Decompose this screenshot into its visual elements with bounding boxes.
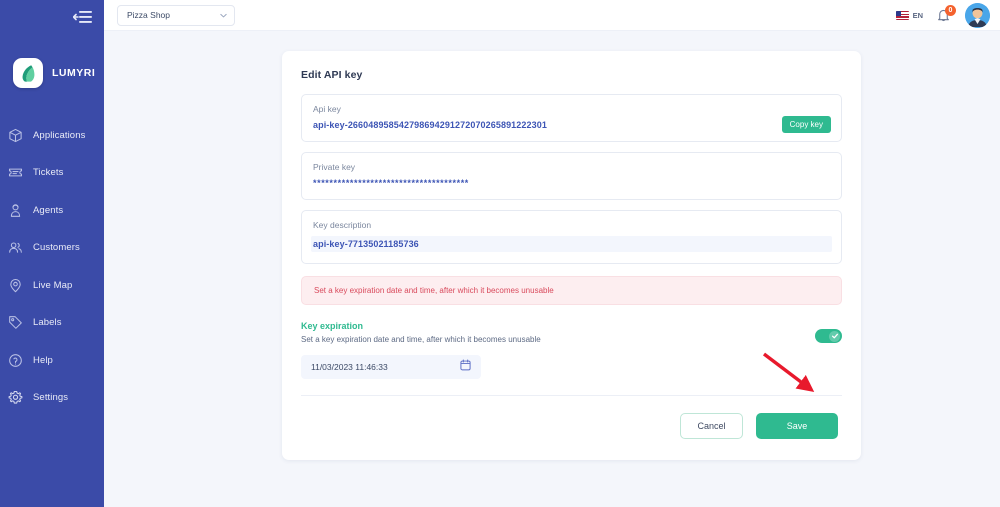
lumyri-leaf-logo-icon — [13, 58, 43, 88]
us-flag-icon — [895, 11, 909, 20]
content-area: Edit API key Api key api-key-26604895854… — [104, 31, 1000, 507]
sidebar-item-tickets[interactable]: Tickets — [0, 162, 104, 184]
sidebar-item-label: Labels — [33, 317, 62, 328]
app-root: LUMYRI Applications Tickets Agents Custo… — [0, 0, 1000, 507]
sidebar-item-label: Agents — [33, 204, 64, 216]
people-icon — [7, 239, 24, 256]
expiration-alert: Set a key expiration date and time, afte… — [301, 276, 842, 305]
save-button[interactable]: Save — [756, 413, 838, 439]
expiration-date-input[interactable]: 11/03/2023 11:46:33 — [301, 355, 481, 379]
sidebar-item-label: Live Map — [33, 279, 73, 291]
expiration-alert-text: Set a key expiration date and time, afte… — [314, 286, 554, 295]
key-description-field: Key description api-key-77135021185736 — [301, 210, 842, 264]
key-expiration-subtitle: Set a key expiration date and time, afte… — [301, 335, 541, 344]
tag-icon — [7, 314, 24, 331]
sidebar-item-live-map[interactable]: Live Map — [0, 274, 104, 296]
divider — [301, 395, 842, 396]
shop-selector-value: Pizza Shop — [127, 10, 170, 20]
language-selector[interactable]: EN — [895, 11, 923, 20]
copy-key-button[interactable]: Copy key — [781, 116, 831, 133]
notification-count-badge: 0 — [945, 4, 956, 16]
private-key-field: Private key ****************************… — [301, 152, 842, 200]
box-icon — [7, 127, 24, 144]
collapse-sidebar-icon[interactable] — [70, 6, 96, 28]
api-key-field: Api key api-key-266048958542798694291272… — [301, 94, 842, 142]
private-key-label: Private key — [313, 162, 356, 172]
ticket-icon — [7, 164, 24, 181]
private-key-value: ************************************** — [313, 178, 469, 188]
key-expiration-title: Key expiration — [301, 321, 364, 331]
brand-name: LUMYRI — [52, 67, 96, 79]
shop-selector[interactable]: Pizza Shop — [117, 4, 235, 26]
sidebar-item-customers[interactable]: Customers — [0, 237, 104, 259]
main-area: Pizza Shop EN 0 Edit API key Api key api… — [104, 0, 1000, 507]
agent-headset-icon — [7, 202, 24, 219]
sidebar-item-label: Customers — [33, 242, 80, 253]
sidebar-item-settings[interactable]: Settings — [0, 387, 104, 409]
map-pin-icon — [7, 277, 24, 294]
expiration-date-value: 11/03/2023 11:46:33 — [311, 362, 388, 372]
question-circle-icon — [7, 352, 24, 369]
cancel-button[interactable]: Cancel — [680, 413, 743, 439]
language-code: EN — [912, 11, 923, 20]
sidebar: LUMYRI Applications Tickets Agents Custo… — [0, 0, 104, 507]
sidebar-item-help[interactable]: Help — [0, 349, 104, 371]
sidebar-item-labels[interactable]: Labels — [0, 312, 104, 334]
topbar: Pizza Shop EN 0 — [104, 0, 1000, 31]
edit-api-key-card: Edit API key Api key api-key-26604895854… — [282, 51, 861, 460]
sidebar-item-label: Help — [33, 354, 53, 366]
key-expiration-toggle[interactable] — [815, 329, 842, 343]
brand[interactable]: LUMYRI — [13, 58, 95, 88]
sidebar-item-label: Tickets — [33, 167, 64, 178]
sidebar-nav: Applications Tickets Agents Customers Li… — [0, 124, 104, 424]
api-key-value: api-key-26604895854279869429127207026589… — [313, 120, 547, 130]
key-description-input[interactable]: api-key-77135021185736 — [311, 236, 832, 252]
topbar-right: EN 0 — [895, 0, 990, 31]
avatar[interactable] — [965, 3, 990, 28]
sidebar-item-applications[interactable]: Applications — [0, 124, 104, 146]
check-icon — [829, 330, 840, 342]
card-actions: Cancel Save — [301, 413, 842, 439]
calendar-icon[interactable] — [460, 358, 471, 376]
chevron-down-icon — [219, 11, 227, 19]
key-expiration-section: Key expiration Set a key expiration date… — [301, 321, 842, 379]
key-description-label: Key description — [313, 220, 372, 230]
api-key-label: Api key — [313, 104, 341, 114]
sidebar-item-label: Applications — [33, 129, 86, 141]
page-title: Edit API key — [301, 69, 363, 81]
sidebar-item-label: Settings — [33, 392, 69, 403]
notifications-button[interactable]: 0 — [936, 4, 956, 25]
sidebar-item-agents[interactable]: Agents — [0, 199, 104, 221]
gear-icon — [7, 389, 24, 406]
